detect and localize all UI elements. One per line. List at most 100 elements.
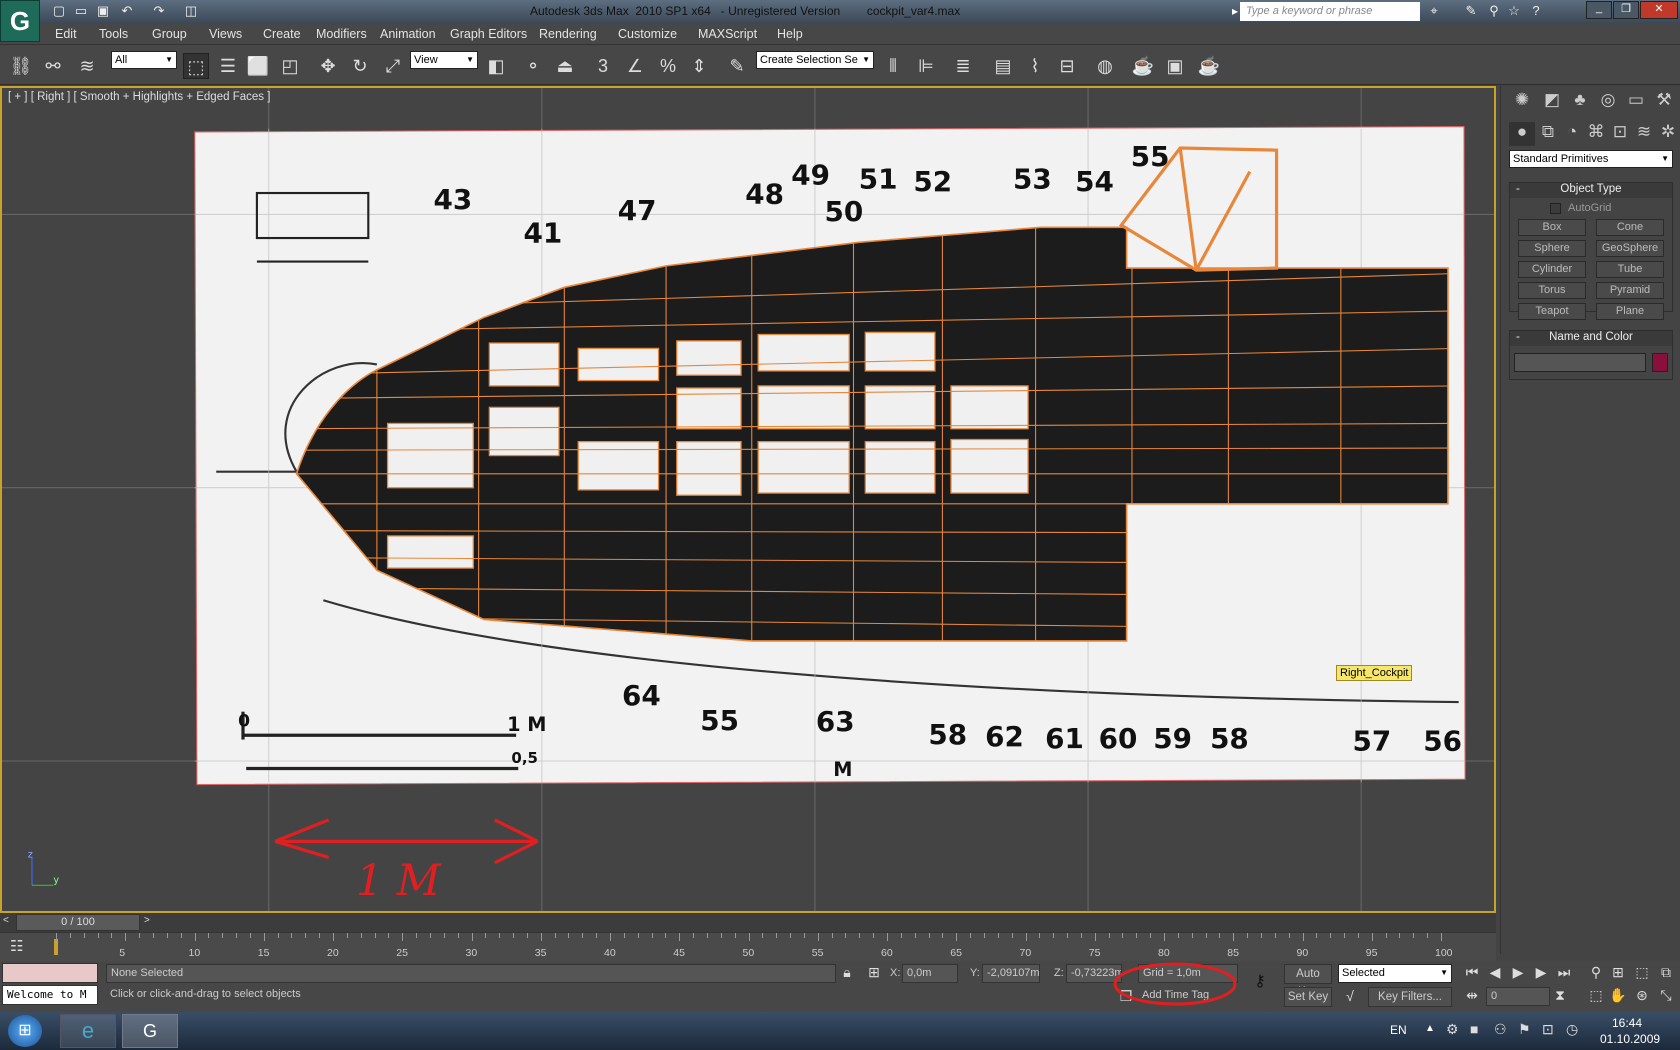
auto-key-button[interactable]: Auto Key bbox=[1284, 964, 1332, 998]
plane-button[interactable]: Plane bbox=[1596, 303, 1664, 320]
named-selection-set-dropdown[interactable]: Create Selection Se bbox=[756, 51, 874, 69]
pivot-center-icon[interactable]: ◧ bbox=[483, 53, 509, 79]
go-to-start-icon[interactable]: ⏮ bbox=[1462, 964, 1482, 984]
object-category-dropdown[interactable]: Standard Primitives bbox=[1509, 150, 1673, 168]
name-and-color-header[interactable]: - Name and Color bbox=[1510, 331, 1672, 346]
menu-group[interactable]: Group bbox=[152, 27, 187, 41]
tube-button[interactable]: Tube bbox=[1596, 261, 1664, 278]
project-folder-icon[interactable]: ◫ bbox=[182, 3, 200, 19]
select-by-name-icon[interactable]: ☰ bbox=[215, 53, 241, 79]
track-bar[interactable]: ☷ 5 10 15 20 25 30 35 40 45 50 55 60 65 70 75 80 85 90 95 1… bbox=[0, 932, 1496, 961]
selection-lock-icon[interactable]: 🔒︎ bbox=[837, 964, 857, 984]
default-tangent-icon[interactable]: √ bbox=[1340, 988, 1360, 1008]
helpers-icon[interactable]: ⊡ bbox=[1607, 122, 1633, 146]
y-coordinate-field[interactable]: -2,09107m bbox=[982, 964, 1040, 983]
geometry-icon[interactable]: ● bbox=[1509, 122, 1535, 146]
zoom-extents-icon[interactable]: ⬚ bbox=[1632, 964, 1652, 984]
search-input[interactable]: Type a keyword or phrase bbox=[1240, 2, 1420, 21]
go-to-end-icon[interactable]: ⏭ bbox=[1554, 964, 1574, 984]
shapes-icon[interactable]: ⧉ bbox=[1535, 122, 1561, 146]
menu-create[interactable]: Create bbox=[263, 27, 301, 41]
manipulate-icon[interactable]: ⚬ bbox=[520, 53, 546, 79]
systems-icon[interactable]: ✲ bbox=[1655, 122, 1680, 146]
clock-time[interactable]: 16:44 bbox=[1612, 1016, 1642, 1030]
next-frame-icon[interactable]: ▶ bbox=[1531, 964, 1551, 984]
pyramid-button[interactable]: Pyramid bbox=[1596, 282, 1664, 299]
new-file-icon[interactable]: ▢ bbox=[50, 3, 68, 19]
current-frame-field[interactable]: 0 bbox=[1486, 987, 1550, 1006]
minimize-button[interactable]: _ bbox=[1586, 1, 1612, 19]
key-mode-toggle-icon[interactable]: ⇹ bbox=[1462, 987, 1482, 1007]
viewport-right[interactable]: 43 41 47 48 49 50 51 52 53 54 55 64 55 6… bbox=[0, 86, 1496, 913]
slider-prev-icon[interactable]: < bbox=[3, 915, 9, 926]
save-icon[interactable]: ▣ bbox=[94, 3, 112, 19]
time-slider[interactable]: < 0 / 100 > bbox=[0, 913, 1496, 932]
box-button[interactable]: Box bbox=[1518, 219, 1586, 236]
clock-date[interactable]: 01.10.2009 bbox=[1600, 1032, 1660, 1046]
pan-view-icon[interactable]: ✋ bbox=[1608, 987, 1628, 1007]
angle-snap-icon[interactable]: ∠ bbox=[622, 53, 648, 79]
utilities-tab-icon[interactable]: ⚒ bbox=[1651, 90, 1677, 114]
select-and-move-icon[interactable]: ✥ bbox=[315, 53, 341, 79]
volume-icon[interactable]: ◷ bbox=[1566, 1021, 1578, 1038]
bind-space-warp-icon[interactable]: ≋ bbox=[74, 53, 100, 79]
mirror-icon[interactable]: ⫴ bbox=[880, 53, 906, 79]
motion-tab-icon[interactable]: ◎ bbox=[1595, 90, 1621, 114]
render-setup-icon[interactable]: ☕ bbox=[1130, 53, 1156, 79]
language-indicator[interactable]: EN bbox=[1390, 1023, 1407, 1037]
internet-explorer-taskbar-icon[interactable]: e bbox=[60, 1014, 116, 1048]
select-and-scale-icon[interactable]: ⤢ bbox=[380, 53, 406, 79]
close-button[interactable]: ✕ bbox=[1640, 1, 1678, 19]
snaps-toggle-icon[interactable]: 3 bbox=[590, 53, 616, 79]
layer-manager-icon[interactable]: ≣ bbox=[950, 53, 976, 79]
hierarchy-tab-icon[interactable]: ♣ bbox=[1567, 90, 1593, 114]
menu-tools[interactable]: Tools bbox=[99, 27, 128, 41]
menu-help[interactable]: Help bbox=[777, 27, 803, 41]
quick-render-icon[interactable]: ☕ bbox=[1196, 53, 1222, 79]
show-hidden-icons-icon[interactable]: ▲ bbox=[1425, 1023, 1435, 1034]
curve-editor-icon[interactable]: ⌇ bbox=[1022, 53, 1048, 79]
subscription-icon[interactable]: ✎ bbox=[1462, 3, 1480, 19]
start-button-icon[interactable]: ⊞ bbox=[8, 1015, 42, 1047]
key-icon[interactable]: ⚷ bbox=[1250, 971, 1270, 991]
lights-icon[interactable]: ◔ bbox=[1559, 122, 1585, 146]
time-configuration-icon[interactable]: ⧗ bbox=[1550, 987, 1570, 1007]
expand-search-icon[interactable]: ▸ bbox=[1232, 4, 1238, 18]
cameras-icon[interactable]: ⌘ bbox=[1583, 122, 1609, 146]
teapot-button[interactable]: Teapot bbox=[1518, 303, 1586, 320]
window-crossing-icon[interactable]: ◰ bbox=[277, 53, 303, 79]
menu-edit[interactable]: Edit bbox=[55, 27, 77, 41]
geosphere-button[interactable]: GeoSphere bbox=[1596, 240, 1664, 257]
orbit-icon[interactable]: ⊛ bbox=[1632, 987, 1652, 1007]
cone-button[interactable]: Cone bbox=[1596, 219, 1664, 236]
menu-maxscript[interactable]: MAXScript bbox=[698, 27, 757, 41]
absolute-mode-transform-icon[interactable]: ⊞ bbox=[864, 964, 884, 984]
current-frame-marker[interactable] bbox=[54, 939, 58, 955]
zoom-all-icon[interactable]: ⊞ bbox=[1608, 964, 1628, 984]
create-tab-icon[interactable]: ✺ bbox=[1509, 90, 1535, 114]
maxscript-listener-macro[interactable] bbox=[2, 963, 98, 983]
open-file-icon[interactable]: ▭ bbox=[72, 3, 90, 19]
object-name-input[interactable] bbox=[1514, 353, 1646, 372]
slider-next-icon[interactable]: > bbox=[144, 915, 150, 926]
previous-frame-icon[interactable]: ◀ bbox=[1485, 964, 1505, 984]
viewport-label-menu[interactable]: [ + ] [ Right ] [ Smooth + Highlights + … bbox=[8, 91, 270, 103]
set-key-button[interactable]: Set Key bbox=[1284, 987, 1332, 1007]
maxscript-listener-input[interactable]: Welcome to M bbox=[2, 985, 98, 1005]
tray-app-icon[interactable]: ⚙ bbox=[1446, 1021, 1459, 1038]
zoom-extents-all-icon[interactable]: ⧉ bbox=[1656, 964, 1676, 984]
menu-animation[interactable]: Animation bbox=[380, 27, 436, 41]
schematic-view-icon[interactable]: ⊟ bbox=[1054, 53, 1080, 79]
maximize-viewport-icon[interactable]: ⤡ bbox=[1656, 987, 1676, 1007]
display-tab-icon[interactable]: ▭ bbox=[1623, 90, 1649, 114]
menu-rendering[interactable]: Rendering bbox=[539, 27, 597, 41]
play-icon[interactable]: ▶ bbox=[1508, 964, 1528, 984]
application-menu-logo[interactable]: G bbox=[0, 0, 40, 42]
redo-icon[interactable]: ↷ bbox=[150, 3, 168, 19]
3ds-max-taskbar-icon[interactable]: G bbox=[122, 1014, 178, 1048]
material-editor-icon[interactable]: ◍ bbox=[1092, 53, 1118, 79]
x-coordinate-field[interactable]: 0,0m bbox=[902, 964, 958, 983]
zoom-icon[interactable]: ⚲ bbox=[1586, 964, 1606, 984]
select-and-rotate-icon[interactable]: ↻ bbox=[347, 53, 373, 79]
network-icon[interactable]: ⊡ bbox=[1542, 1021, 1554, 1038]
